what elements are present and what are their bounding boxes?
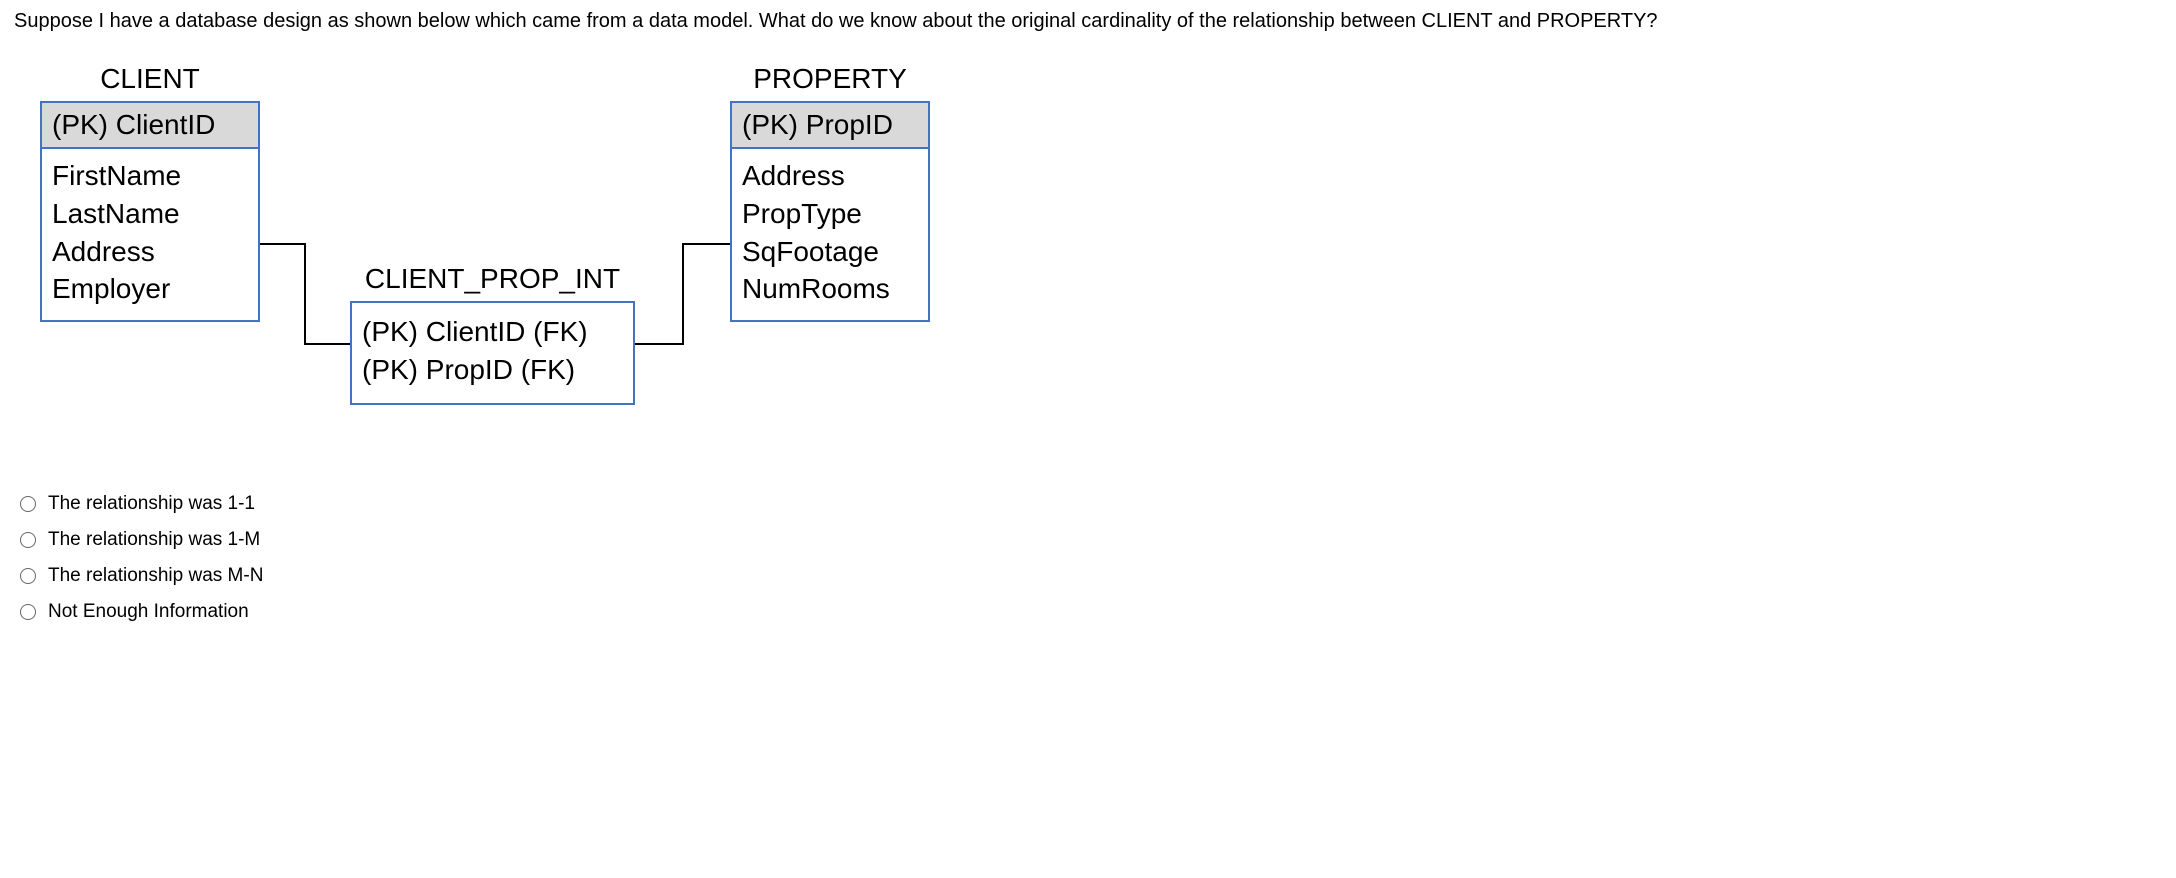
- entity-junction-box: (PK) ClientID (FK) (PK) PropID (FK): [350, 301, 635, 405]
- erd-diagram: CLIENT (PK) ClientID FirstName LastName …: [30, 63, 2166, 463]
- attr-proptype: PropType: [742, 195, 918, 233]
- option-label: The relationship was M-N: [48, 565, 263, 587]
- option-label: The relationship was 1-1: [48, 493, 255, 515]
- connector-prop-v: [682, 243, 684, 345]
- option-not-enough[interactable]: Not Enough Information: [20, 601, 2166, 623]
- entity-property-pk: (PK) PropID: [732, 103, 928, 149]
- attr-lastname: LastName: [52, 195, 248, 233]
- attr-address2: Address: [742, 157, 918, 195]
- connector-prop-h2: [635, 343, 684, 345]
- answer-options: The relationship was 1-1 The relationshi…: [20, 493, 2166, 623]
- entity-property-box: (PK) PropID Address PropType SqFootage N…: [730, 101, 930, 322]
- attr-sqfootage: SqFootage: [742, 233, 918, 271]
- connector-prop-h1: [682, 243, 730, 245]
- radio-icon[interactable]: [20, 604, 36, 620]
- entity-property-title: PROPERTY: [730, 63, 930, 95]
- entity-property-attrs: Address PropType SqFootage NumRooms: [732, 149, 928, 320]
- option-label: Not Enough Information: [48, 601, 249, 623]
- entity-client-title: CLIENT: [40, 63, 260, 95]
- entity-client: CLIENT (PK) ClientID FirstName LastName …: [40, 63, 260, 322]
- entity-property: PROPERTY (PK) PropID Address PropType Sq…: [730, 63, 930, 322]
- radio-icon[interactable]: [20, 496, 36, 512]
- attr-numrooms: NumRooms: [742, 270, 918, 308]
- entity-junction-attrs: (PK) ClientID (FK) (PK) PropID (FK): [352, 303, 633, 403]
- radio-icon[interactable]: [20, 532, 36, 548]
- entity-client-box: (PK) ClientID FirstName LastName Address…: [40, 101, 260, 322]
- attr-address: Address: [52, 233, 248, 271]
- attr-employer: Employer: [52, 270, 248, 308]
- entity-client-pk: (PK) ClientID: [42, 103, 258, 149]
- entity-junction-title: CLIENT_PROP_INT: [350, 263, 635, 295]
- attr-clientid-fk: (PK) ClientID (FK): [362, 313, 623, 351]
- option-1-m[interactable]: The relationship was 1-M: [20, 529, 2166, 551]
- radio-icon[interactable]: [20, 568, 36, 584]
- entity-junction: CLIENT_PROP_INT (PK) ClientID (FK) (PK) …: [350, 263, 635, 405]
- entity-client-attrs: FirstName LastName Address Employer: [42, 149, 258, 320]
- question-text: Suppose I have a database design as show…: [14, 10, 2166, 33]
- option-m-n[interactable]: The relationship was M-N: [20, 565, 2166, 587]
- connector-client-h1: [260, 243, 306, 245]
- connector-client-v: [304, 243, 306, 345]
- connector-client-h2: [304, 343, 350, 345]
- option-1-1[interactable]: The relationship was 1-1: [20, 493, 2166, 515]
- attr-firstname: FirstName: [52, 157, 248, 195]
- attr-propid-fk: (PK) PropID (FK): [362, 351, 623, 389]
- option-label: The relationship was 1-M: [48, 529, 260, 551]
